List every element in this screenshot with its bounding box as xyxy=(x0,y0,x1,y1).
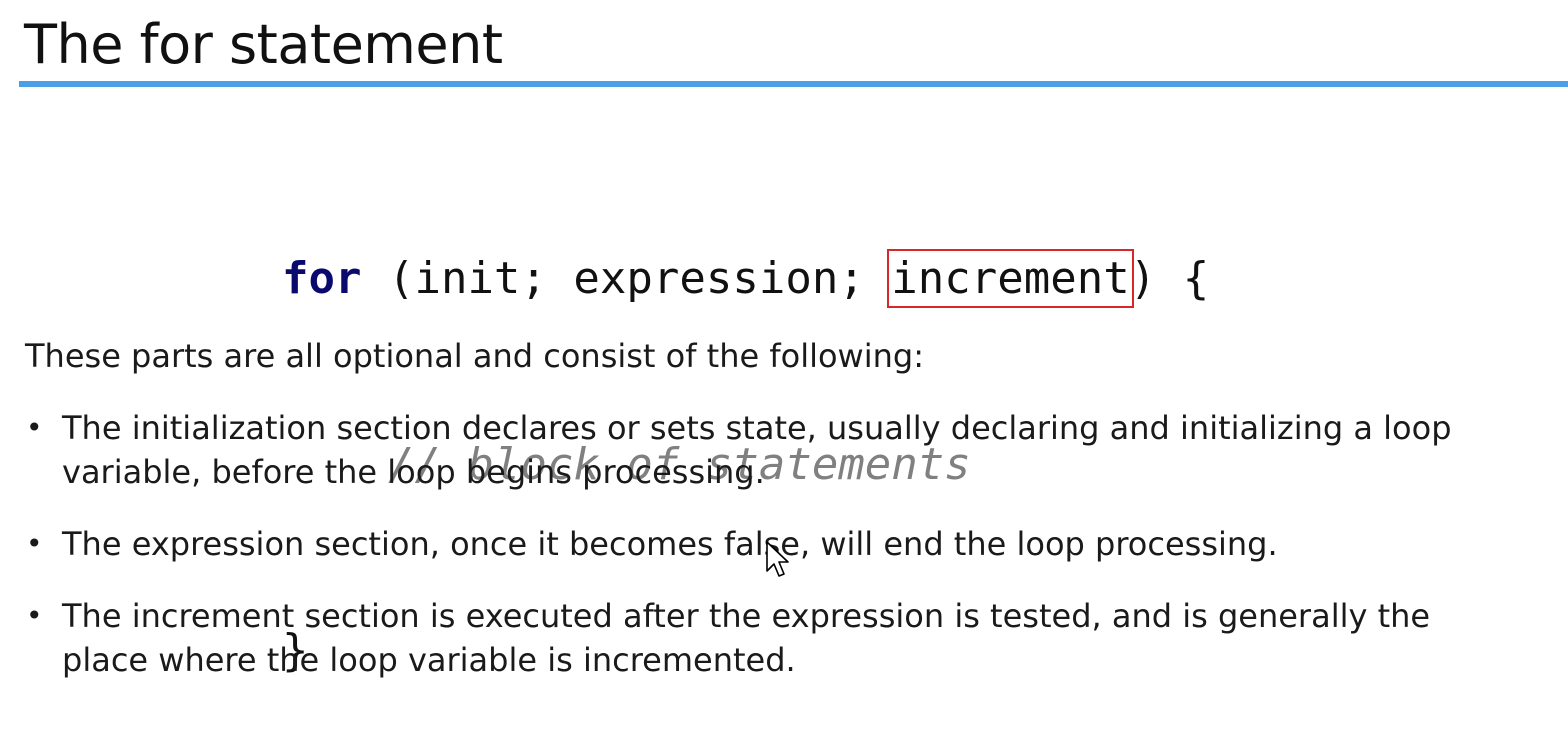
mouse-pointer-icon xyxy=(766,541,789,577)
bullet-dot-icon: • xyxy=(26,527,43,560)
intro-text: These parts are all optional and consist… xyxy=(25,337,924,375)
code-line-for: for (init; expression; increment) { xyxy=(282,248,1209,310)
code-keyword-for: for xyxy=(282,253,362,304)
code-for-header: (init; expression; xyxy=(361,253,892,304)
code-for-close: ) { xyxy=(1129,253,1210,304)
bullet-text: The expression section, once it becomes … xyxy=(62,525,1278,563)
title-underline xyxy=(19,81,1568,87)
slide-title: The for statement xyxy=(24,13,503,76)
bullet-initialization: • The initialization section declares or… xyxy=(24,406,1524,494)
bullet-text: The increment section is executed after … xyxy=(62,597,1431,679)
highlighted-increment: increment xyxy=(887,249,1134,308)
bullet-dot-icon: • xyxy=(26,599,43,632)
bullet-text: The initialization section declares or s… xyxy=(62,409,1452,491)
bullet-dot-icon: • xyxy=(26,411,43,444)
bullet-increment: • The increment section is executed afte… xyxy=(24,594,1524,682)
